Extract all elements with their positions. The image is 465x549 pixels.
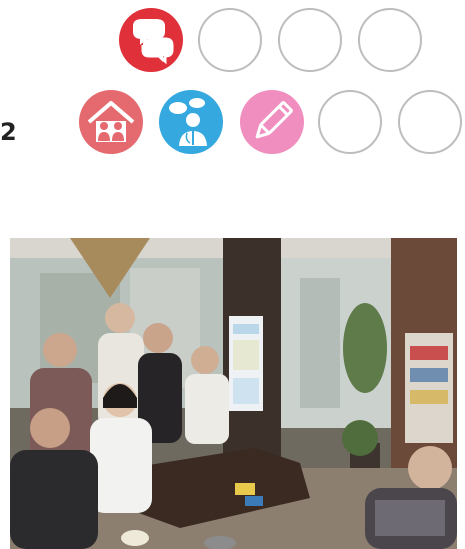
empty-slot-icon [318, 90, 382, 154]
group-photo [10, 238, 457, 549]
house-people-icon [79, 90, 143, 154]
doctor-consult-icon [159, 90, 223, 154]
empty-slot-icon [358, 8, 422, 72]
chat-bubbles-icon [119, 8, 183, 72]
empty-slot-icon [198, 8, 262, 72]
empty-slot-icon [278, 8, 342, 72]
row-number: 2 [0, 118, 17, 146]
pencil-icon [240, 90, 304, 154]
empty-slot-icon [398, 90, 462, 154]
